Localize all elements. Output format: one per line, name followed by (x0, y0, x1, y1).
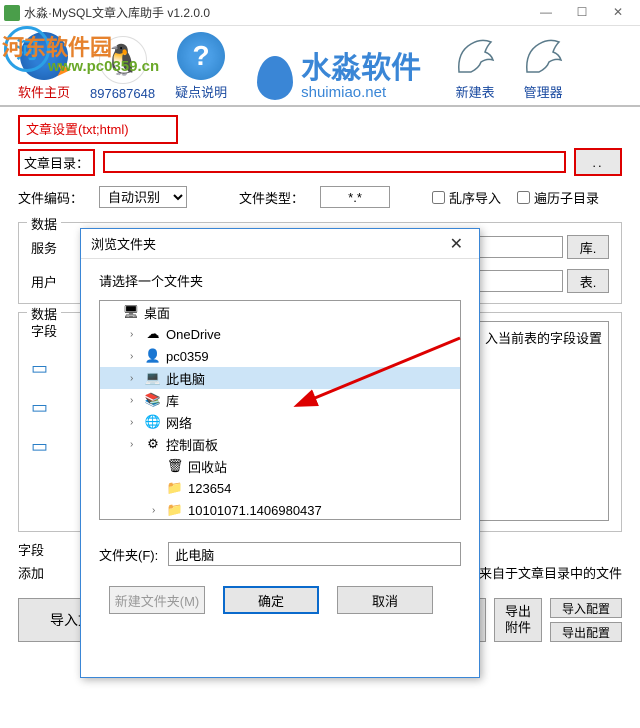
dialog-close-button[interactable]: ✕ (444, 234, 469, 254)
tree-item[interactable]: ›👤pc0359 (100, 345, 460, 367)
tree-item[interactable]: 🗑回收站 (100, 455, 460, 477)
export-file-button[interactable]: 导出 附件 (494, 598, 542, 642)
watermark-url: www.pc0359.cn (48, 58, 159, 75)
tree-item[interactable]: ›🌐网络 (100, 411, 460, 433)
toolbar-help[interactable]: ? 疑点说明 (175, 32, 227, 101)
tree-item[interactable]: ›📁10101071.1406980437 (100, 499, 460, 519)
folder-label: 文件夹(F): (99, 545, 158, 564)
toolbar-manager[interactable]: 管理器 (519, 32, 567, 101)
window-title: 水淼·MySQL文章入库助手 v1.2.0.0 (24, 4, 528, 21)
tree-item[interactable]: ›📚库 (100, 389, 460, 411)
dolphin-icon (451, 32, 499, 80)
lib-button[interactable]: 库. (567, 235, 609, 259)
data-group-title: 数据 (27, 304, 61, 323)
tree-item[interactable]: 📁123654 (100, 477, 460, 499)
brand: 水淼软件 shuimiao.net (257, 54, 421, 101)
browse-folder-dialog: 浏览文件夹 ✕ 请选择一个文件夹 🖥桌面›☁OneDrive›👤pc0359›💻… (80, 228, 480, 678)
import-cfg-button[interactable]: 导入配置 (550, 598, 622, 618)
recurse-checkbox[interactable]: 遍历子目录 (517, 188, 599, 207)
maximize-button[interactable]: ☐ (564, 1, 600, 25)
minimize-button[interactable]: — (528, 1, 564, 25)
lib-input[interactable] (473, 236, 563, 258)
app-icon (4, 5, 20, 21)
toolbar-newtable[interactable]: 新建表 (451, 32, 499, 101)
export-cfg-button[interactable]: 导出配置 (550, 622, 622, 642)
db-group-title: 数据 (27, 214, 61, 233)
ok-button[interactable]: 确定 (223, 586, 319, 614)
dialog-prompt: 请选择一个文件夹 (99, 271, 461, 290)
help-icon: ? (177, 32, 225, 80)
folder-tree[interactable]: 🖥桌面›☁OneDrive›👤pc0359›💻此电脑›📚库›🌐网络›⚙控制面板🗑… (99, 300, 461, 520)
dialog-title: 浏览文件夹 (91, 234, 156, 253)
dir-label: 文章目录： (18, 149, 95, 176)
browse-button[interactable]: .. (574, 148, 622, 176)
close-button[interactable]: ✕ (600, 1, 636, 25)
article-title-box: 文章设置(txt;html) (18, 115, 178, 144)
tree-item[interactable]: ›💻此电脑 (100, 367, 460, 389)
cancel-button[interactable]: 取消 (337, 586, 433, 614)
folder-input[interactable]: 此电脑 (168, 542, 461, 566)
titlebar: 水淼·MySQL文章入库助手 v1.2.0.0 — ☐ ✕ (0, 0, 640, 26)
type-input[interactable] (320, 186, 390, 208)
encoding-select[interactable]: 自动识别 (99, 186, 187, 208)
tree-item[interactable]: 🖥桌面 (100, 301, 460, 323)
tree-item[interactable]: ›⚙控制面板 (100, 433, 460, 455)
new-folder-button[interactable]: 新建文件夹(M) (109, 586, 205, 614)
encoding-label: 文件编码： (18, 188, 83, 207)
type-label: 文件类型： (239, 188, 304, 207)
table-button[interactable]: 表. (567, 269, 609, 293)
dolphin-icon (519, 32, 567, 80)
table-input[interactable] (473, 270, 563, 292)
random-checkbox[interactable]: 乱序导入 (432, 188, 501, 207)
droplet-icon (257, 56, 293, 100)
dir-input[interactable] (103, 151, 566, 173)
tree-item[interactable]: ›☁OneDrive (100, 323, 460, 345)
